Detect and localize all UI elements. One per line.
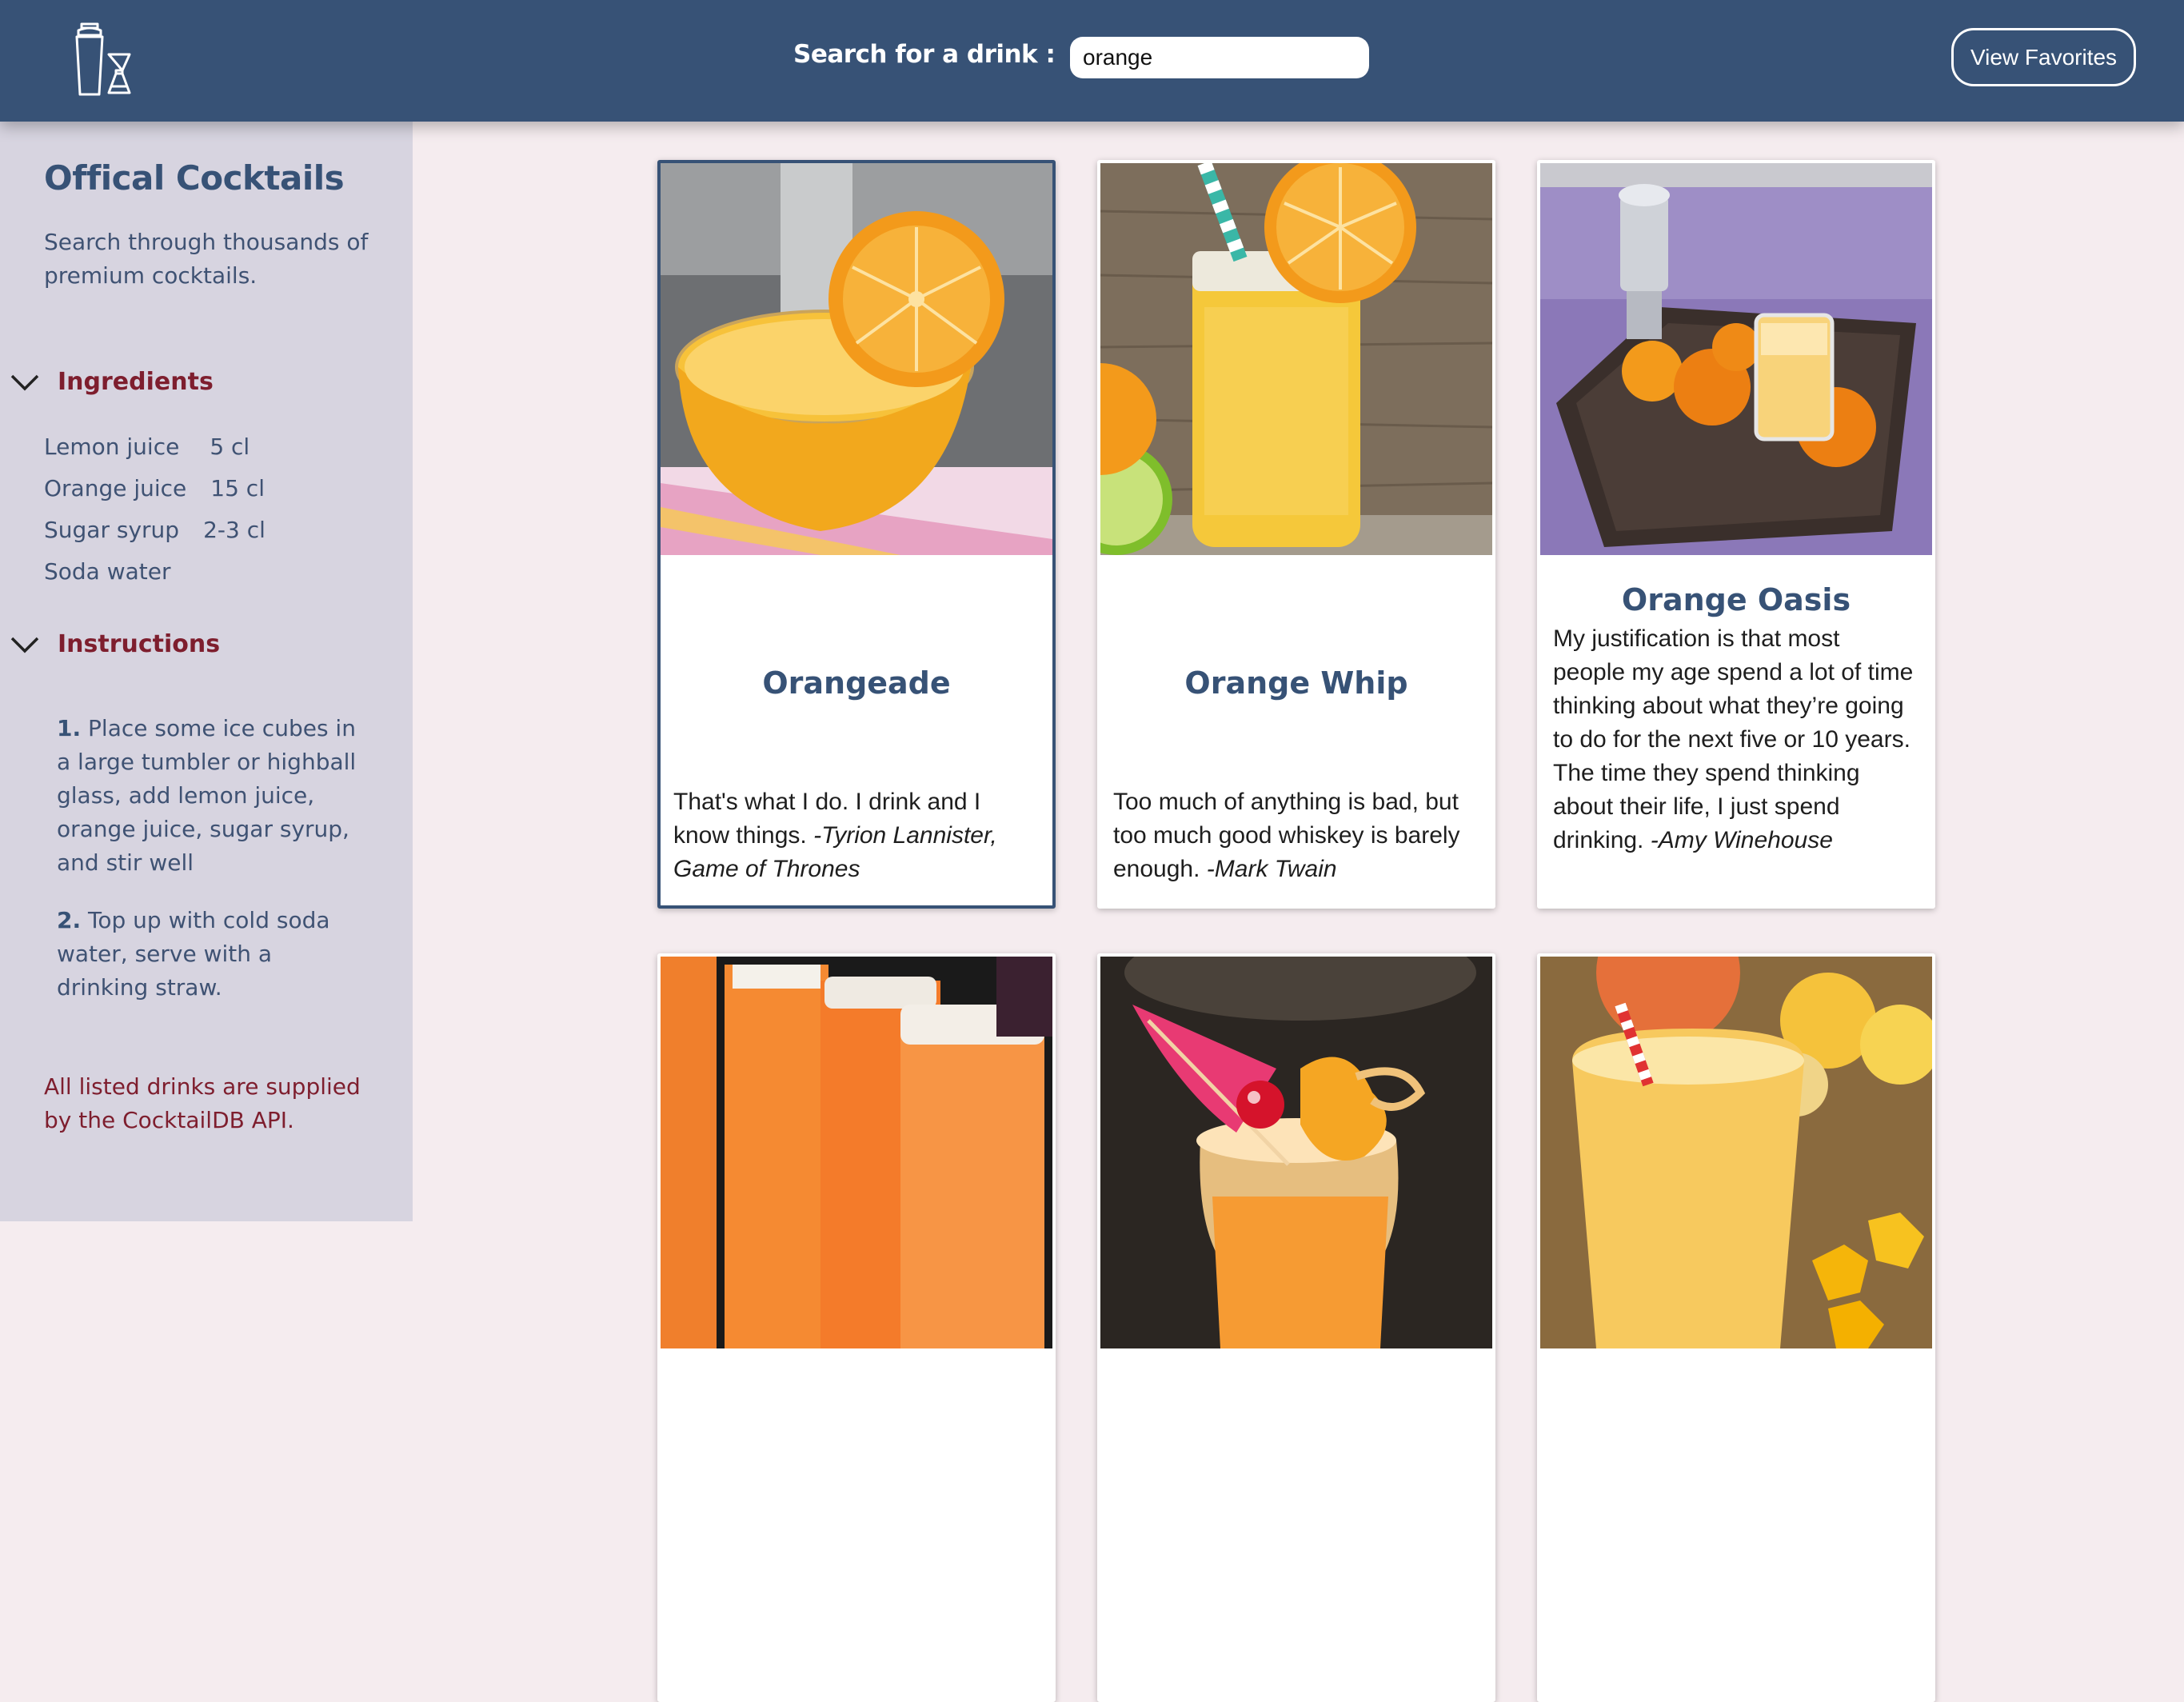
quote-author: -Mark Twain — [1206, 856, 1337, 882]
sidebar-title: Offical Cocktails — [44, 158, 345, 198]
instructions-heading: Instructions — [58, 630, 221, 658]
step-number: 2. — [57, 907, 82, 933]
search-label: Search for a drink : — [793, 40, 1056, 69]
step-number: 1. — [57, 715, 82, 741]
chevron-down-icon — [10, 637, 39, 653]
drink-card[interactable]: Orange Whip Too much of anything is bad,… — [1097, 160, 1495, 909]
ingredient-qty: 5 cl — [210, 433, 250, 460]
cocktail-shaker-logo-icon[interactable] — [70, 19, 139, 98]
drink-card[interactable]: Orangeade That's what I do. I drink and … — [657, 160, 1056, 909]
ingredient-row: Sugar syrup 2-3 cl — [44, 517, 266, 558]
drink-image — [1540, 163, 1932, 555]
drink-card[interactable] — [1537, 953, 1935, 1702]
instructions-list: 1. Place some ice cubes in a large tumbl… — [57, 712, 369, 1029]
chevron-down-icon — [10, 374, 39, 390]
ingredients-list: Lemon juice 5 cl Orange juice 15 cl Suga… — [44, 433, 266, 600]
drink-image — [661, 957, 1052, 1348]
instruction-step: 2. Top up with cold soda water, serve wi… — [57, 904, 369, 1005]
instruction-step: 1. Place some ice cubes in a large tumbl… — [57, 712, 369, 880]
drink-quote: Too much of anything is bad, but too muc… — [1113, 785, 1478, 886]
ingredient-name: Lemon juice — [44, 433, 180, 460]
drink-card[interactable]: Orange Oasis My justification is that mo… — [1537, 160, 1935, 909]
ingredient-row: Lemon juice 5 cl — [44, 433, 266, 475]
top-navbar: Search for a drink : View Favorites — [0, 0, 2184, 122]
ingredients-toggle[interactable]: Ingredients — [10, 368, 214, 396]
drink-image — [1100, 957, 1492, 1348]
quote-author: -Amy Winehouse — [1650, 827, 1833, 853]
sidebar: Offical Cocktails Search through thousan… — [0, 122, 413, 1221]
drink-image — [661, 163, 1052, 555]
ingredient-name: Sugar syrup — [44, 517, 180, 543]
ingredient-name: Soda water — [44, 558, 171, 585]
drink-image — [1540, 957, 1932, 1348]
ingredients-heading: Ingredients — [58, 368, 214, 396]
instructions-toggle[interactable]: Instructions — [10, 630, 220, 658]
api-credit-note: All listed drinks are supplied by the Co… — [44, 1073, 361, 1133]
search-input[interactable] — [1070, 37, 1369, 78]
quote-text: My justification is that most people my … — [1553, 625, 1914, 853]
ingredient-row: Orange juice 15 cl — [44, 475, 266, 517]
ingredient-row: Soda water — [44, 558, 266, 600]
ingredient-qty: 2-3 cl — [203, 517, 266, 543]
drink-card[interactable] — [657, 953, 1056, 1702]
ingredient-name: Orange juice — [44, 475, 187, 501]
drink-title: Orangeade — [762, 665, 951, 701]
drink-quote: My justification is that most people my … — [1553, 622, 1918, 857]
ingredient-qty: 15 cl — [210, 475, 265, 501]
drink-quote: That's what I do. I drink and I know thi… — [673, 785, 1038, 886]
drink-image — [1100, 163, 1492, 555]
step-text: Place some ice cubes in a large tumbler … — [57, 715, 357, 876]
drink-card[interactable] — [1097, 953, 1495, 1702]
drink-title: Orange Whip — [1184, 665, 1408, 701]
step-text: Top up with cold soda water, serve with … — [57, 907, 330, 1001]
drink-title: Orange Oasis — [1621, 582, 1851, 617]
view-favorites-button[interactable]: View Favorites — [1951, 28, 2136, 86]
sidebar-description: Search through thousands of premium cock… — [44, 229, 369, 289]
